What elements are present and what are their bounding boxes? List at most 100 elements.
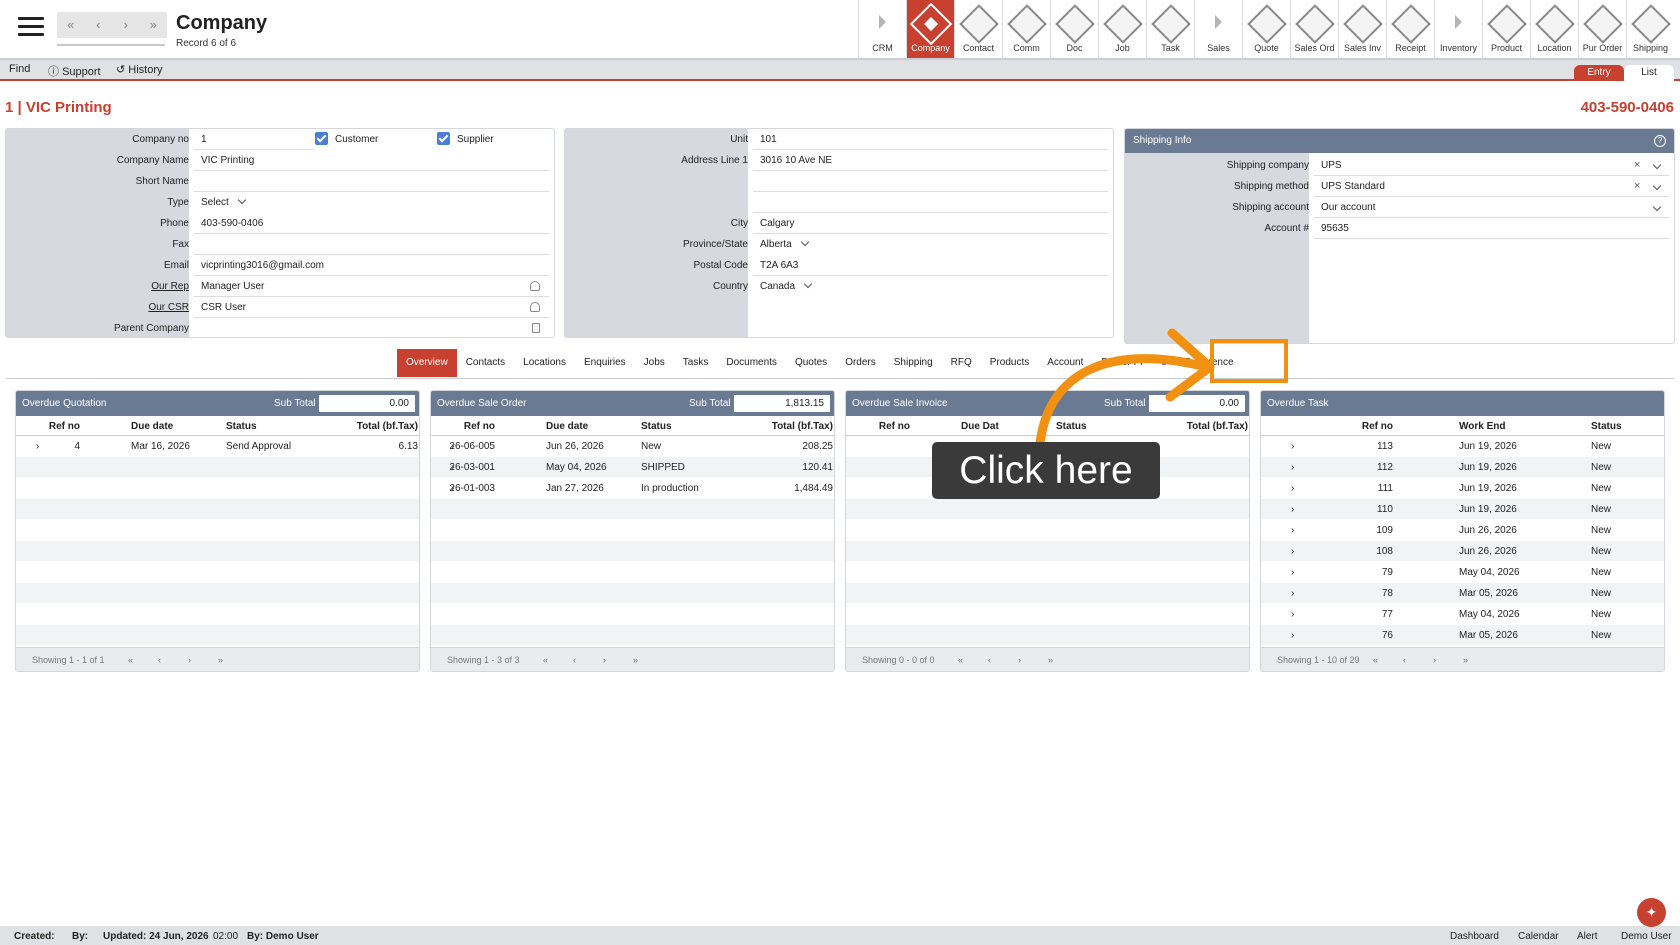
column-header[interactable]: Due date	[546, 421, 588, 432]
module-task[interactable]: Task	[1146, 0, 1194, 58]
account-number-field[interactable]: 95635	[1321, 223, 1349, 234]
pager-prev-button[interactable]: ‹	[158, 655, 161, 665]
next-record-button[interactable]: ›	[112, 12, 140, 38]
tab-jobs[interactable]: Jobs	[635, 349, 674, 377]
expand-row-icon[interactable]: ›	[1291, 546, 1294, 557]
pager-prev-button[interactable]: ‹	[988, 655, 991, 665]
subtotal-field[interactable]: 1,813.15	[734, 395, 830, 412]
support-button[interactable]: ⓘ Support	[48, 63, 101, 79]
chevron-down-icon[interactable]	[1652, 181, 1662, 191]
tab-rfq[interactable]: RFQ	[942, 349, 981, 377]
tab-locations[interactable]: Locations	[514, 349, 575, 377]
tab-overview[interactable]: Overview	[397, 349, 457, 377]
expand-row-icon[interactable]: ›	[1291, 441, 1294, 452]
table-row[interactable]: › 77 May 04, 2026 New	[1261, 604, 1664, 625]
module-crm[interactable]: CRM	[858, 0, 906, 58]
table-row[interactable]: › 111 Jun 19, 2026 New	[1261, 478, 1664, 499]
history-button[interactable]: ↺ History	[116, 63, 163, 76]
table-row[interactable]: › 113 Jun 19, 2026 New	[1261, 436, 1664, 457]
menu-icon[interactable]	[18, 17, 44, 39]
prev-record-button[interactable]: ‹	[85, 12, 113, 38]
expand-row-icon[interactable]: ›	[1291, 609, 1294, 620]
tab-orders[interactable]: Orders	[836, 349, 885, 377]
calendar-link[interactable]: Calendar	[1518, 931, 1559, 942]
expand-row-icon[interactable]: ›	[1291, 567, 1294, 578]
module-company[interactable]: Company	[906, 0, 954, 58]
module-comm[interactable]: Comm	[1002, 0, 1050, 58]
last-record-button[interactable]: »	[140, 12, 168, 38]
type-select[interactable]: Select	[201, 195, 247, 208]
chevron-down-icon[interactable]	[1652, 202, 1662, 212]
our-rep-link[interactable]: Our Rep	[151, 281, 189, 292]
clear-icon[interactable]: ×	[1634, 159, 1640, 171]
column-header[interactable]: Due date	[131, 421, 173, 432]
module-job[interactable]: Job	[1098, 0, 1146, 58]
province-select[interactable]: Alberta	[760, 237, 809, 250]
phone-field[interactable]: 403-590-0406	[201, 218, 263, 229]
table-row[interactable]: › 109 Jun 26, 2026 New	[1261, 520, 1664, 541]
module-doc[interactable]: Doc	[1050, 0, 1098, 58]
dashboard-link[interactable]: Dashboard	[1450, 931, 1499, 942]
column-header[interactable]: Status	[1591, 421, 1622, 432]
pager-last-button[interactable]: »	[1048, 655, 1053, 665]
pager-last-button[interactable]: »	[1463, 655, 1468, 665]
module-product[interactable]: Product	[1482, 0, 1530, 58]
company-name-field[interactable]: VIC Printing	[201, 155, 254, 166]
column-header[interactable]: Ref no	[879, 421, 910, 432]
city-field[interactable]: Calgary	[760, 218, 794, 229]
table-row[interactable]: › 110 Jun 19, 2026 New	[1261, 499, 1664, 520]
first-record-button[interactable]: «	[57, 12, 85, 38]
shipping-account-select[interactable]: Our account	[1321, 202, 1375, 213]
expand-row-icon[interactable]: ›	[1291, 504, 1294, 515]
pager-first-button[interactable]: «	[1373, 655, 1378, 665]
column-header[interactable]: Status	[226, 421, 257, 432]
module-sales-inv[interactable]: Sales Inv	[1338, 0, 1386, 58]
pager-next-button[interactable]: ›	[1433, 655, 1436, 665]
table-row[interactable]: › 26-03-001 May 04, 2026 SHIPPED 120.41	[431, 457, 834, 478]
module-quote[interactable]: Quote	[1242, 0, 1290, 58]
supplier-checkbox[interactable]	[437, 132, 450, 145]
column-header[interactable]: Due Dat	[961, 421, 999, 432]
table-row[interactable]: › 78 Mar 05, 2026 New	[1261, 583, 1664, 604]
company-no-field[interactable]: 1	[201, 134, 207, 145]
pager-next-button[interactable]: ›	[1018, 655, 1021, 665]
expand-row-icon[interactable]: ›	[1291, 483, 1294, 494]
table-row[interactable]: › 76 Mar 05, 2026 New	[1261, 625, 1664, 646]
customer-checkbox[interactable]	[315, 132, 328, 145]
postal-field[interactable]: T2A 6A3	[760, 260, 798, 271]
tab-shipping[interactable]: Shipping	[885, 349, 942, 377]
column-header[interactable]: Ref no	[49, 421, 80, 432]
our-rep-field[interactable]: Manager User	[201, 281, 264, 292]
our-csr-field[interactable]: CSR User	[201, 302, 246, 313]
help-icon[interactable]: ?	[1654, 135, 1666, 147]
find-button[interactable]: Find	[9, 63, 30, 75]
address-line1-field[interactable]: 3016 10 Ave NE	[760, 155, 832, 166]
table-row[interactable]: › 26-01-003 Jan 27, 2026 In production 1,484…	[431, 478, 834, 499]
unit-field[interactable]: 101	[760, 134, 777, 145]
expand-row-icon[interactable]: ›	[1291, 525, 1294, 536]
module-location[interactable]: Location	[1530, 0, 1578, 58]
module-sales[interactable]: Sales	[1194, 0, 1242, 58]
user-menu[interactable]: Demo User	[1621, 931, 1672, 942]
entry-tab[interactable]: Entry	[1574, 65, 1624, 81]
module-pur-order[interactable]: Pur Order	[1578, 0, 1626, 58]
shipping-method-select[interactable]: UPS Standard	[1321, 181, 1385, 192]
subtotal-field[interactable]: 0.00	[319, 395, 415, 412]
table-row[interactable]: › 112 Jun 19, 2026 New	[1261, 457, 1664, 478]
module-inventory[interactable]: Inventory	[1434, 0, 1482, 58]
column-header[interactable]: Total (bf.Tax)	[357, 421, 418, 432]
module-sales-ord[interactable]: Sales Ord	[1290, 0, 1338, 58]
table-row[interactable]: › 26-06-005 Jun 26, 2026 New 208.25	[431, 436, 834, 457]
module-shipping[interactable]: Shipping	[1626, 0, 1674, 58]
alert-link[interactable]: Alert	[1577, 931, 1598, 942]
pager-last-button[interactable]: »	[633, 655, 638, 665]
chevron-down-icon[interactable]	[1652, 160, 1662, 170]
pager-next-button[interactable]: ›	[603, 655, 606, 665]
column-header[interactable]: Ref no	[464, 421, 495, 432]
table-row[interactable]: › 4 Mar 16, 2026 Send Approval 6.13	[16, 436, 419, 457]
pager-first-button[interactable]: «	[958, 655, 963, 665]
tab-contacts[interactable]: Contacts	[457, 349, 514, 377]
tab-documents[interactable]: Documents	[717, 349, 786, 377]
email-field[interactable]: vicprinting3016@gmail.com	[201, 260, 324, 271]
pager-prev-button[interactable]: ‹	[1403, 655, 1406, 665]
